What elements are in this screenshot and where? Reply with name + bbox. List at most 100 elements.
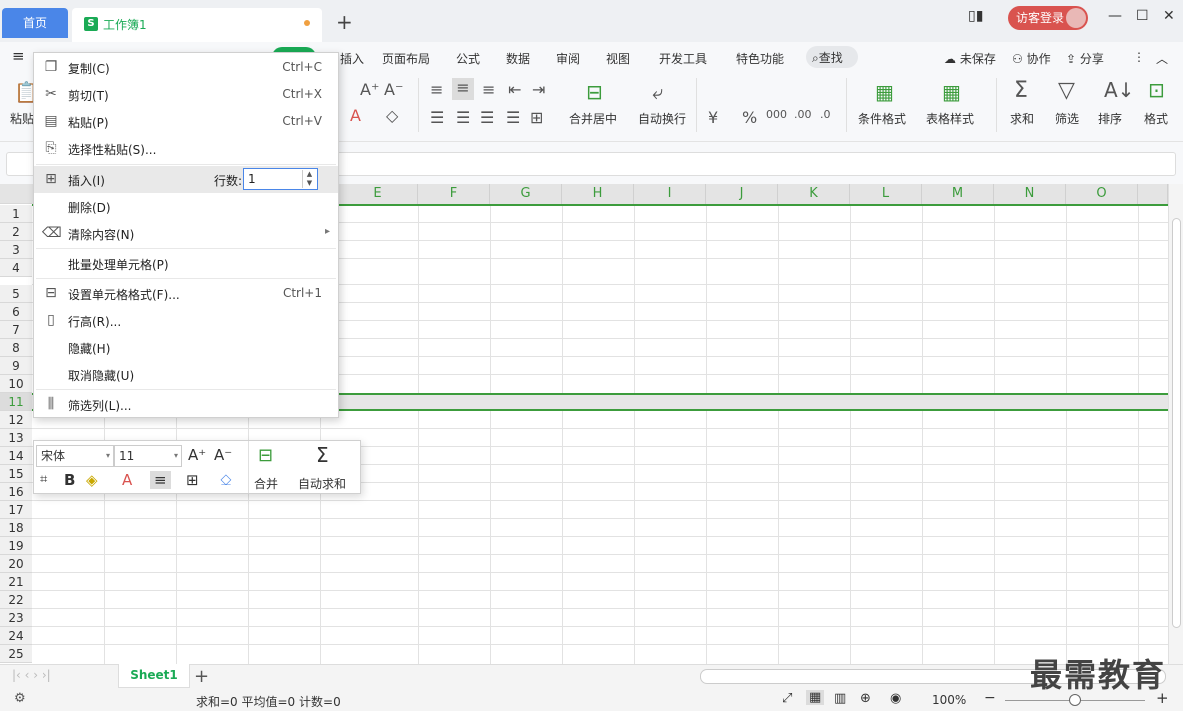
tab-workbook[interactable]: S 工作簿1	[72, 8, 322, 42]
border-icon[interactable]: ⊞	[186, 471, 199, 489]
eraser-icon[interactable]: ◇	[386, 106, 398, 125]
format-painter-icon[interactable]: ⎐	[220, 471, 232, 489]
search-button[interactable]: ⌕查找	[806, 46, 858, 68]
autosum-label[interactable]: 自动求和	[298, 475, 346, 492]
merge-center-label[interactable]: 合并居中	[569, 110, 617, 127]
distribute-icon[interactable]: ⊞	[530, 108, 543, 127]
row-header-17[interactable]: 17	[0, 501, 32, 519]
menu-view[interactable]: 视图	[606, 50, 630, 67]
more-icon[interactable]: ⋮	[1133, 50, 1145, 64]
align-right-icon[interactable]: ☰	[480, 108, 494, 127]
format-label[interactable]: 格式	[1144, 110, 1168, 127]
row-header-22[interactable]: 22	[0, 591, 32, 609]
column-header-l[interactable]: L	[850, 184, 922, 204]
menu-item-delete[interactable]: 删除(D)	[34, 193, 338, 220]
minimize-icon[interactable]: —	[1108, 8, 1122, 24]
zoom-level[interactable]: 100%	[932, 693, 966, 707]
menu-insert[interactable]: 插入	[340, 50, 364, 67]
column-header-p[interactable]	[1138, 184, 1168, 204]
row-header-11[interactable]: 11	[0, 393, 32, 411]
unsaved-button[interactable]: ☁ 未保存	[944, 50, 996, 67]
macro-icon[interactable]: ⚙	[14, 691, 26, 706]
close-icon[interactable]: ✕	[1163, 8, 1175, 24]
font-grow-icon[interactable]: A⁺	[188, 446, 206, 464]
menu-developer[interactable]: 开发工具	[659, 50, 707, 67]
conditional-format-label[interactable]: 条件格式	[858, 110, 906, 127]
align-center-icon[interactable]: ☰	[456, 108, 470, 127]
row-header-9[interactable]: 9	[0, 357, 32, 375]
conditional-format-icon[interactable]: ▦	[875, 80, 894, 104]
collapse-ribbon-icon[interactable]: ︿	[1156, 50, 1168, 67]
menu-item-hide[interactable]: 隐藏(H)	[34, 334, 338, 361]
column-header-e[interactable]: E	[338, 184, 418, 204]
split-view-icon[interactable]: ⊕	[860, 691, 871, 706]
menu-item-copy[interactable]: ❐ 复制(C) Ctrl+C	[34, 54, 338, 81]
align-top-icon[interactable]: ≡	[430, 80, 443, 99]
vertical-scrollbar[interactable]	[1168, 184, 1183, 664]
filter-icon[interactable]: ▽	[1058, 78, 1075, 103]
row-header-21[interactable]: 21	[0, 573, 32, 591]
fullscreen-icon[interactable]: ⤢	[782, 691, 792, 706]
row-header-2[interactable]: 2	[0, 223, 32, 241]
menu-item-insert[interactable]: ⊞ 插入(I) 行数: 1 ▲ ▼	[34, 166, 338, 193]
wrap-text-label[interactable]: 自动换行	[638, 110, 686, 127]
row-header-20[interactable]: 20	[0, 555, 32, 573]
menu-item-clear[interactable]: ⌫ 清除内容(N) ▸	[34, 220, 338, 247]
table-style-label[interactable]: 表格样式	[926, 110, 974, 127]
row-header-3[interactable]: 3	[0, 241, 32, 259]
menu-page-layout[interactable]: 页面布局	[382, 50, 430, 67]
row-header-13[interactable]: 13	[0, 429, 32, 447]
font-grow-icon[interactable]: A⁺	[360, 80, 379, 99]
normal-view-icon[interactable]: ▦	[806, 690, 825, 705]
row-header-6[interactable]: 6	[0, 303, 32, 321]
sum-icon[interactable]: Σ	[1014, 78, 1028, 103]
autosum-icon[interactable]: Σ	[316, 443, 329, 467]
sort-icon[interactable]: A↓	[1104, 78, 1134, 102]
paste-label[interactable]: 粘贴	[10, 110, 34, 127]
zoom-out-icon[interactable]: −	[984, 690, 996, 706]
page-view-icon[interactable]: ▥	[834, 691, 846, 706]
tab-home[interactable]: 首页	[2, 8, 68, 38]
table-style-icon[interactable]: ▦	[942, 80, 961, 104]
vertical-scroll-thumb[interactable]	[1172, 218, 1181, 628]
column-header-i[interactable]: I	[634, 184, 706, 204]
bold-icon[interactable]: B	[64, 471, 75, 489]
thousands-icon[interactable]: 000	[766, 108, 787, 121]
menu-data[interactable]: 数据	[506, 50, 530, 67]
menu-item-paste-special[interactable]: ⎘ 选择性粘贴(S)...	[34, 135, 338, 162]
format-icon[interactable]: ⊡	[1148, 78, 1165, 102]
column-header-o[interactable]: O	[1066, 184, 1138, 204]
font-color-icon[interactable]: A	[350, 106, 361, 125]
menu-item-unhide[interactable]: 取消隐藏(U)	[34, 361, 338, 388]
wrap-text-icon[interactable]: ⤶	[652, 80, 663, 104]
row-header-14[interactable]: 14	[0, 447, 32, 465]
column-header-f[interactable]: F	[418, 184, 490, 204]
merge-icon[interactable]: ⊟	[258, 445, 273, 466]
align-bottom-icon[interactable]: ≡	[482, 80, 495, 99]
menu-item-format-cells[interactable]: ⊟ 设置单元格格式(F)... Ctrl+1	[34, 280, 338, 307]
share-button[interactable]: ⇪ 分享	[1066, 50, 1104, 67]
row-header-18[interactable]: 18	[0, 519, 32, 537]
row-header-4[interactable]: 4	[0, 259, 32, 277]
font-color-icon[interactable]: A	[122, 471, 132, 489]
new-tab-button[interactable]: +	[336, 10, 353, 34]
font-shrink-icon[interactable]: A⁻	[384, 80, 403, 99]
row-header-7[interactable]: 7	[0, 321, 32, 339]
wrap-icon[interactable]: ⌗	[40, 472, 47, 487]
row-header-1[interactable]: 1	[0, 205, 32, 223]
eye-protection-icon[interactable]: ◉	[890, 691, 901, 706]
row-header-23[interactable]: 23	[0, 609, 32, 627]
decimal-decrease-icon[interactable]: .0	[820, 108, 831, 121]
rows-count-stepper[interactable]: ▲ ▼	[302, 170, 316, 188]
row-header-8[interactable]: 8	[0, 339, 32, 357]
menu-features[interactable]: 特色功能	[736, 50, 784, 67]
indent-decrease-icon[interactable]: ⇤	[508, 80, 521, 99]
collab-button[interactable]: ⚇ 协作	[1012, 50, 1051, 67]
align-left-icon[interactable]: ☰	[430, 108, 444, 127]
column-header-n[interactable]: N	[994, 184, 1066, 204]
sum-label[interactable]: 求和	[1010, 110, 1034, 127]
row-header-12[interactable]: 12	[0, 411, 32, 429]
menu-item-row-height[interactable]: ▯ 行高(R)...	[34, 307, 338, 334]
filter-label[interactable]: 筛选	[1055, 110, 1079, 127]
fill-color-icon[interactable]: ◈	[86, 471, 98, 489]
